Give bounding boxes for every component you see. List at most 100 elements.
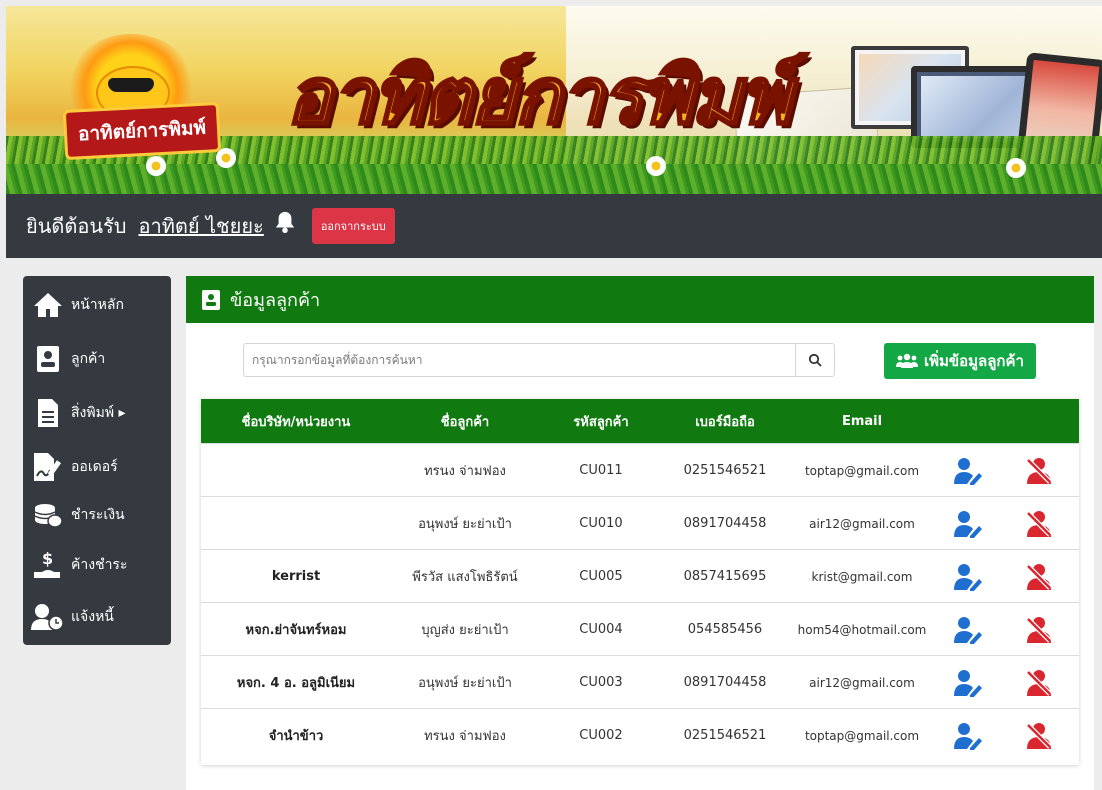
edit-button[interactable] (939, 444, 999, 497)
company-cell: หจก.ย่าจันทร์หอม (245, 623, 347, 638)
flower-decoration (216, 148, 236, 168)
column-header-company: ชื่อบริษัท/หน่วยงาน (241, 414, 351, 430)
username-link[interactable]: อาทิตย์ ไชยยะ (139, 210, 264, 242)
delete-button[interactable] (1009, 656, 1069, 709)
delete-button[interactable] (1009, 709, 1069, 762)
file-signature-icon (31, 450, 65, 484)
company-cell: kerrist (271, 569, 321, 584)
user-edit-icon (954, 563, 982, 591)
bell-icon[interactable] (274, 210, 296, 234)
column-header-phone: เบอร์มือถือ (695, 414, 755, 430)
customer-code-cell: CU011 (579, 463, 623, 478)
brand-title: อาทิตย์การพิมพ์ (285, 50, 794, 144)
welcome-text: ยินดีต้อนรับ (26, 214, 127, 238)
customer-code-cell: CU002 (579, 728, 623, 743)
page-title: ข้อมูลลูกค้า (230, 290, 321, 311)
user-edit-icon (954, 669, 982, 697)
search-icon (808, 353, 822, 367)
column-header-email: Email (841, 413, 883, 429)
sidebar-item-label: ชำระเงิน (71, 507, 125, 523)
coins-icon (31, 498, 65, 532)
edit-button[interactable] (939, 603, 999, 656)
edit-button[interactable] (939, 550, 999, 603)
user-edit-icon (954, 616, 982, 644)
table-header: ชื่อบริษัท/หน่วยงาน ชื่อลูกค้า รหัสลูกค้… (201, 399, 1079, 443)
user-remove-icon (1026, 457, 1052, 484)
search-button[interactable] (795, 344, 834, 376)
panel-header: ข้อมูลลูกค้า (186, 276, 1094, 323)
email-cell: toptap@gmail.com (804, 728, 920, 743)
column-header-code: รหัสลูกค้า (573, 414, 629, 430)
table-row: อนุพงษ์ ยะย่าเป้า CU010 0891704458 air12… (201, 496, 1079, 550)
phone-cell: 0857415695 (683, 569, 767, 584)
email-cell: air12@gmail.com (809, 675, 915, 690)
logout-button[interactable]: ออกจากระบบ (311, 208, 395, 244)
phone-cell: 0891704458 (683, 675, 767, 690)
search-box (243, 343, 835, 377)
add-customer-button[interactable]: เพิ่มข้อมูลลูกค้า (884, 343, 1036, 379)
email-cell: toptap@gmail.com (804, 463, 920, 478)
sidebar-item-home[interactable]: หน้าหลัก (23, 282, 171, 328)
table-row: จำนำข้าว ทรนง จ่ามฟอง CU002 0251546521 t… (201, 708, 1079, 762)
user-remove-icon (1026, 563, 1052, 590)
edit-button[interactable] (939, 709, 999, 762)
table-row: ทรนง จ่ามฟอง CU011 0251546521 toptap@gma… (201, 443, 1079, 497)
edit-button[interactable] (939, 497, 999, 550)
sidebar-item-invoice[interactable]: แจ้งหนี้ (23, 594, 171, 640)
table-row: kerrist พีรวัส แสงโพธิรัตน์ CU005 085741… (201, 549, 1079, 603)
user-remove-icon (1026, 669, 1052, 696)
logo: อาทิตย์การพิมพ์ (62, 101, 222, 161)
users-plus-icon (896, 353, 918, 368)
company-cell: จำนำข้าว (268, 729, 324, 744)
customer-name-cell: บุญส่ง ยะย่าเป้า (421, 623, 509, 638)
customer-table: ชื่อบริษัท/หน่วยงาน ชื่อลูกค้า รหัสลูกค้… (201, 399, 1079, 765)
customer-code-cell: CU003 (579, 675, 623, 690)
delete-button[interactable] (1009, 497, 1069, 550)
user-edit-icon (954, 722, 982, 750)
delete-button[interactable] (1009, 550, 1069, 603)
customer-name-cell: พีรวัส แสงโพธิรัตน์ (412, 570, 518, 585)
company-cell (201, 444, 391, 497)
customer-name-cell: อนุพงษ์ ยะย่าเป้า (418, 676, 512, 691)
contact-card-icon (202, 289, 220, 310)
user-remove-icon (1026, 722, 1052, 749)
customer-code-cell: CU004 (579, 622, 623, 637)
company-cell: หจก. 4 อ. อลูมิเนียม (236, 676, 356, 691)
sidebar-item-label: สิ่งพิมพ์ ▸ (71, 405, 126, 421)
email-cell: air12@gmail.com (809, 516, 915, 531)
sidebar-item-customers[interactable]: ลูกค้า (23, 336, 171, 382)
user-edit-icon (954, 510, 982, 538)
svg-text:$: $ (42, 550, 53, 568)
table-row: หจก.ย่าจันทร์หอม บุญส่ง ยะย่าเป้า CU004 … (201, 602, 1079, 656)
sidebar-item-label: แจ้งหนี้ (71, 609, 114, 625)
sidebar-item-orders[interactable]: ออเดอร์ (23, 444, 171, 490)
delete-button[interactable] (1009, 603, 1069, 656)
email-cell: krist@gmail.com (811, 569, 913, 584)
sidebar: หน้าหลัก ลูกค้า สิ่งพิมพ์ ▸ ออเดอร์ ชำระ… (23, 276, 171, 645)
hand-dollar-icon: $ (31, 548, 65, 582)
sidebar-item-label: ออเดอร์ (71, 459, 118, 475)
phone-cell: 054585456 (687, 622, 763, 637)
edit-button[interactable] (939, 656, 999, 709)
sidebar-item-outstanding[interactable]: $ ค้างชำระ (23, 542, 171, 588)
company-cell (201, 497, 391, 550)
user-remove-icon (1026, 616, 1052, 643)
customer-name-cell: ทรนง จ่ามฟอง (424, 729, 506, 744)
flower-decoration (1006, 158, 1026, 178)
sidebar-item-payment[interactable]: ชำระเงิน (23, 492, 171, 538)
document-icon (31, 396, 65, 430)
customer-panel: ข้อมูลลูกค้า เพิ่มข้อมูลลูกค้า ชื่อบริษั… (186, 276, 1094, 790)
add-customer-label: เพิ่มข้อมูลลูกค้า (924, 352, 1024, 370)
sidebar-item-label: ค้างชำระ (71, 557, 128, 573)
header-banner: อาทิตย์การพิมพ์ อาทิตย์การพิมพ์ (6, 6, 1102, 194)
search-input[interactable] (244, 345, 795, 375)
sidebar-item-prints[interactable]: สิ่งพิมพ์ ▸ (23, 390, 171, 436)
phone-cell: 0251546521 (683, 728, 767, 743)
customer-code-cell: CU010 (579, 516, 623, 531)
delete-button[interactable] (1009, 444, 1069, 497)
welcome-bar: ยินดีต้อนรับ อาทิตย์ ไชยยะ ออกจากระบบ (6, 194, 1102, 258)
phone-cell: 0891704458 (683, 516, 767, 531)
user-clock-icon (31, 600, 65, 634)
column-header-name: ชื่อลูกค้า (440, 414, 490, 430)
sidebar-item-label: หน้าหลัก (71, 297, 124, 313)
